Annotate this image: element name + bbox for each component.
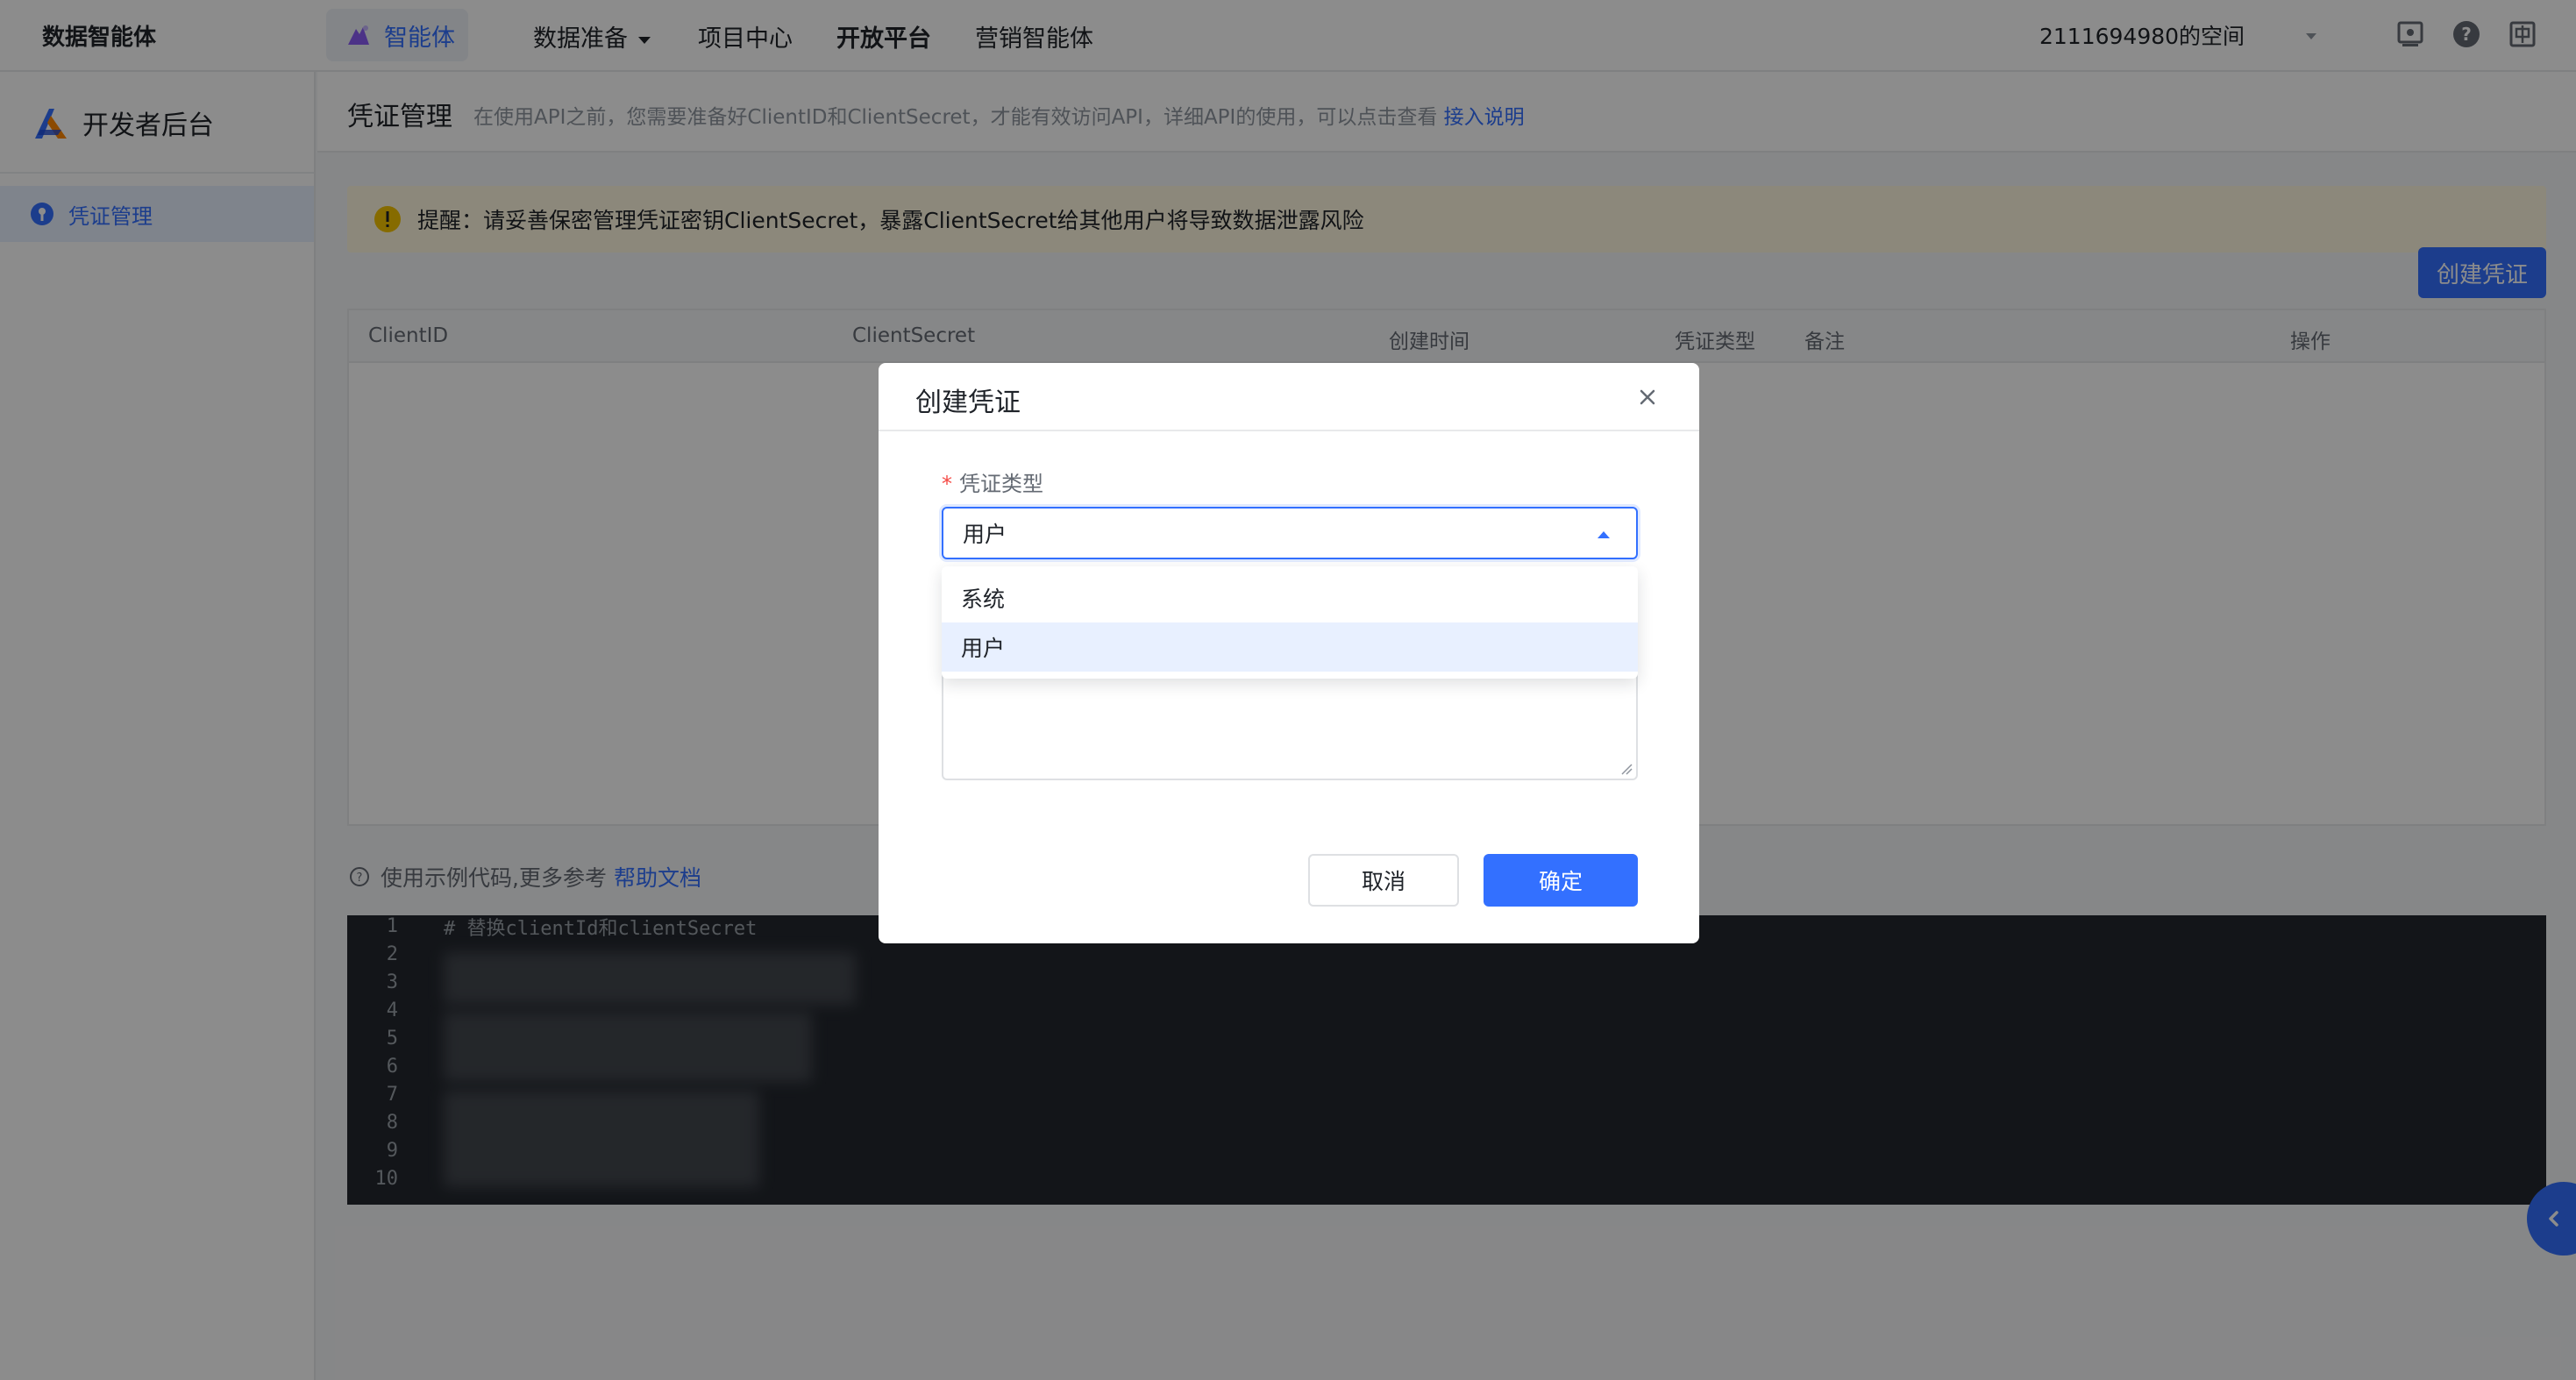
resize-handle-icon[interactable] [1620,763,1633,775]
chevron-up-icon [1598,531,1610,538]
credential-type-label-text: 凭证类型 [959,472,1043,496]
dialog-title: 创建凭证 [915,388,1021,418]
select-value: 用户 [963,522,1007,547]
close-icon[interactable] [1636,386,1659,409]
credential-type-label: * 凭证类型 [942,466,1043,497]
cancel-button[interactable]: 取消 [1308,854,1459,907]
required-mark: * [942,472,952,496]
remark-textarea[interactable] [942,666,1638,780]
option-system[interactable]: 系统 [942,573,1638,622]
create-credential-dialog: 创建凭证 * 凭证类型 用户 系统 用户 取消 确定 [879,363,1699,943]
option-user[interactable]: 用户 [942,622,1638,672]
credential-type-select[interactable]: 用户 [942,507,1638,559]
dialog-header: 创建凭证 [879,363,1699,431]
credential-type-dropdown: 系统 用户 [942,566,1638,679]
confirm-button[interactable]: 确定 [1484,854,1638,907]
